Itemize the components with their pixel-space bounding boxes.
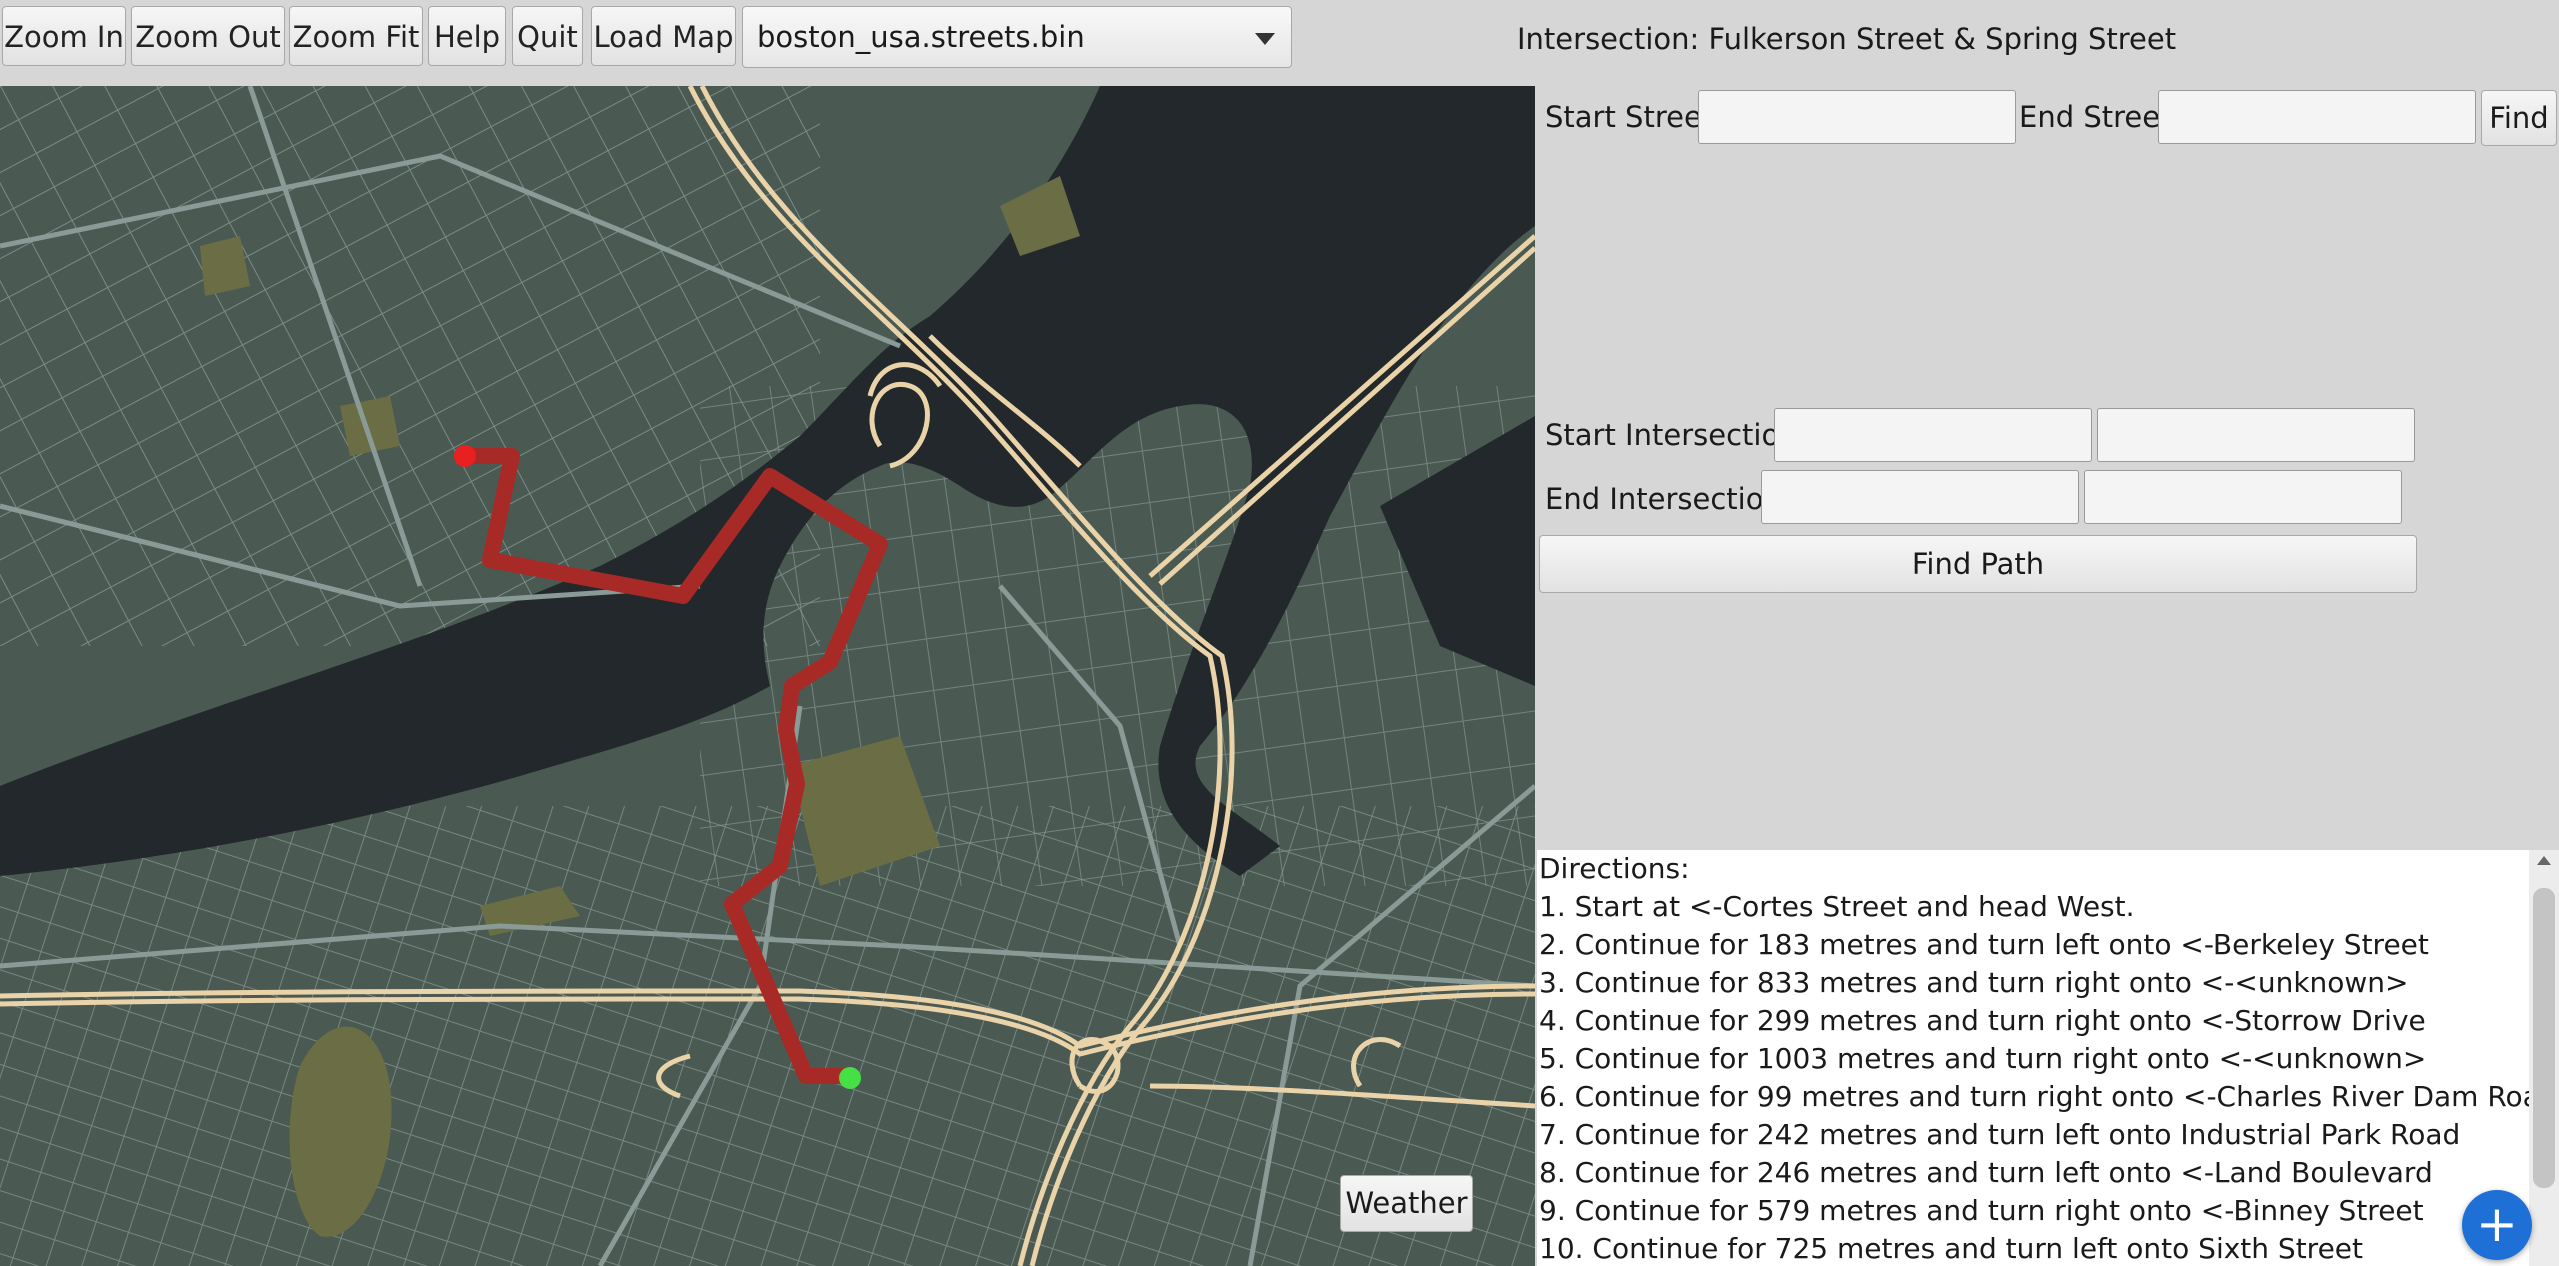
quit-button[interactable]: Quit bbox=[512, 6, 583, 66]
start-street-input[interactable] bbox=[1698, 90, 2016, 144]
end-street-label: End Street bbox=[2019, 100, 2172, 134]
intersection-label: Intersection: Fulkerson Street & Spring … bbox=[1517, 22, 2177, 56]
start-marker[interactable] bbox=[454, 445, 476, 467]
direction-step: 8. Continue for 246 metres and turn left… bbox=[1539, 1156, 2433, 1189]
zoom-fit-button[interactable]: Zoom Fit bbox=[289, 6, 423, 66]
load-map-button[interactable]: Load Map bbox=[591, 6, 736, 66]
direction-step: 7. Continue for 242 metres and turn left… bbox=[1539, 1118, 2461, 1151]
toolbar: Zoom In Zoom Out Zoom Fit Help Quit Load… bbox=[0, 0, 1530, 84]
add-fab-button[interactable]: + bbox=[2462, 1190, 2532, 1260]
direction-step: 6. Continue for 99 metres and turn right… bbox=[1539, 1080, 2537, 1113]
direction-step: 1. Start at <-Cortes Street and head Wes… bbox=[1539, 890, 2135, 923]
map-canvas[interactable]: Weather bbox=[0, 86, 1535, 1266]
start-intersection-street1-input[interactable] bbox=[1774, 408, 2092, 462]
weather-button[interactable]: Weather bbox=[1340, 1175, 1473, 1232]
direction-step: 4. Continue for 299 metres and turn righ… bbox=[1539, 1004, 2426, 1037]
find-path-button[interactable]: Find Path bbox=[1539, 535, 2417, 593]
directions-scrollbar[interactable] bbox=[2529, 850, 2559, 1266]
end-marker[interactable] bbox=[839, 1067, 861, 1089]
end-intersection-street1-input[interactable] bbox=[1761, 470, 2079, 524]
start-intersection-label: Start Intersection bbox=[1545, 418, 1798, 452]
direction-step: 2. Continue for 183 metres and turn left… bbox=[1539, 928, 2429, 961]
chevron-down-icon bbox=[1255, 33, 1275, 45]
end-street-input[interactable] bbox=[2158, 90, 2476, 144]
direction-step: 9. Continue for 579 metres and turn righ… bbox=[1539, 1194, 2424, 1227]
zoom-in-button[interactable]: Zoom In bbox=[2, 6, 126, 66]
park-small bbox=[340, 396, 400, 456]
find-button[interactable]: Find bbox=[2481, 90, 2557, 146]
direction-step: 5. Continue for 1003 metres and turn rig… bbox=[1539, 1042, 2427, 1075]
end-intersection-label: End Intersection bbox=[1545, 482, 1782, 516]
start-street-label: Start Street bbox=[1545, 100, 1714, 134]
direction-step: 10. Continue for 725 metres and turn lef… bbox=[1539, 1232, 2364, 1265]
scrollbar-thumb[interactable] bbox=[2533, 888, 2555, 1188]
direction-step: 3. Continue for 833 metres and turn righ… bbox=[1539, 966, 2409, 999]
map-file-select[interactable]: boston_usa.streets.bin bbox=[742, 6, 1292, 68]
zoom-out-button[interactable]: Zoom Out bbox=[131, 6, 285, 66]
directions-panel[interactable]: Directions: 1. Start at <-Cortes Street … bbox=[1537, 850, 2537, 1266]
start-intersection-street2-input[interactable] bbox=[2097, 408, 2415, 462]
end-intersection-street2-input[interactable] bbox=[2084, 470, 2402, 524]
map-file-value: boston_usa.streets.bin bbox=[757, 20, 1085, 54]
map-drawing bbox=[0, 86, 1535, 1266]
directions-header: Directions: bbox=[1539, 852, 1690, 885]
scroll-up-arrow-icon[interactable] bbox=[2537, 856, 2551, 865]
help-button[interactable]: Help bbox=[428, 6, 506, 66]
